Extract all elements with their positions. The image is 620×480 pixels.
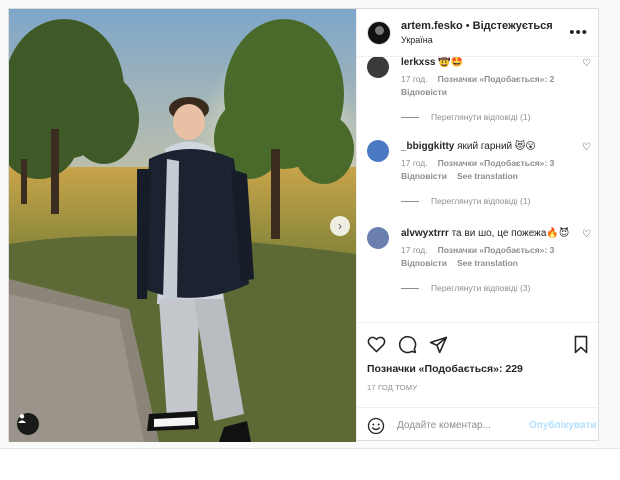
side-panel: artem.fesko • Відстежується Україна ••• le… <box>356 9 600 443</box>
see-translation-button[interactable]: See translation <box>457 171 518 181</box>
comment-time: 17 год. <box>401 158 428 168</box>
post-actions: Позначки «Подобається»: 229 17 ГОД ТОМУ … <box>357 322 600 443</box>
comment-username[interactable]: _bbiggkitty <box>401 141 454 152</box>
post-header: artem.fesko • Відстежується Україна ••• <box>357 9 598 57</box>
post-time[interactable]: 17 ГОД ТОМУ <box>367 383 417 392</box>
comment-text: який гарний 😻😮 <box>457 141 536 152</box>
replies-line <box>401 200 419 202</box>
reply-button[interactable]: Відповісти <box>401 87 447 97</box>
author-info: artem.fesko • Відстежується Україна <box>401 20 569 45</box>
comment-time: 17 год. <box>401 245 428 255</box>
post-photo[interactable]: › <box>9 9 356 442</box>
more-horizontal-icon[interactable]: ••• <box>569 25 588 40</box>
comment-item: _bbiggkitty який гарний 😻😮 17 год. Познач… <box>367 140 591 206</box>
chevron-right-icon: › <box>338 219 342 233</box>
bookmark-icon[interactable] <box>573 335 589 354</box>
add-comment-bar: Опублікувати <box>357 407 600 443</box>
author-avatar[interactable] <box>367 20 391 45</box>
comment-item: lerkxss 🤠🤩 17 год. Позначки «Подобається»… <box>367 57 591 122</box>
reply-button[interactable]: Відповісти <box>401 171 447 181</box>
likes-count[interactable]: Позначки «Подобається»: 229 <box>367 363 523 375</box>
emoji-icon[interactable] <box>367 417 385 435</box>
see-translation-button[interactable]: See translation <box>457 258 518 268</box>
next-photo-button[interactable]: › <box>330 216 350 236</box>
heart-icon[interactable]: ♡ <box>582 229 591 240</box>
tagged-users-button[interactable] <box>17 413 39 435</box>
comment-time: 17 год. <box>401 74 428 84</box>
view-replies-button[interactable]: Переглянути відповіді (3) <box>401 283 591 293</box>
separator-dot: • <box>465 20 470 32</box>
post-location[interactable]: Україна <box>401 35 569 45</box>
publish-button[interactable]: Опублікувати <box>529 420 597 431</box>
heart-icon[interactable]: ♡ <box>582 58 591 69</box>
bottom-strip <box>0 448 620 480</box>
comment-input[interactable] <box>397 420 529 431</box>
comments-list[interactable]: lerkxss 🤠🤩 17 год. Позначки «Подобається»… <box>357 57 598 322</box>
view-replies-button[interactable]: Переглянути відповіді (1) <box>401 196 591 206</box>
view-replies-label: Переглянути відповіді (1) <box>431 112 531 122</box>
comment-username[interactable]: alvwyxtrrr <box>401 228 449 239</box>
replies-line <box>401 287 419 289</box>
comment-likes[interactable]: Позначки «Подобається»: 3 <box>438 158 555 168</box>
heart-icon[interactable]: ♡ <box>582 142 591 153</box>
commenter-avatar[interactable] <box>367 57 389 78</box>
photo-image <box>9 9 356 442</box>
reply-button[interactable]: Відповісти <box>401 258 447 268</box>
view-replies-label: Переглянути відповіді (1) <box>431 196 531 206</box>
replies-line <box>401 116 419 118</box>
commenter-avatar[interactable] <box>367 227 389 249</box>
send-icon[interactable] <box>429 335 448 354</box>
following-button[interactable]: Відстежується <box>473 20 553 32</box>
comment-likes[interactable]: Позначки «Подобається»: 3 <box>438 245 555 255</box>
comment-text: 🤠🤩 <box>438 57 464 68</box>
post-dialog: › artem.fesko • Відстежується Україна ••• <box>8 8 600 443</box>
view-replies-label: Переглянути відповіді (3) <box>431 283 531 293</box>
action-icons <box>367 333 589 355</box>
comment-likes[interactable]: Позначки «Подобається»: 2 <box>438 74 555 84</box>
user-tag-icon <box>18 414 26 423</box>
comment-icon[interactable] <box>398 335 417 354</box>
view-replies-button[interactable]: Переглянути відповіді (1) <box>401 112 591 122</box>
heart-icon[interactable] <box>367 335 386 353</box>
author-username[interactable]: artem.fesko <box>401 20 463 32</box>
comment-text: та ви шо, це пожежа🔥😈 <box>451 228 570 239</box>
commenter-avatar[interactable] <box>367 140 389 162</box>
comment-username[interactable]: lerkxss <box>401 57 435 68</box>
comment-item: alvwyxtrrr та ви шо, це пожежа🔥😈 17 год.… <box>367 227 591 293</box>
